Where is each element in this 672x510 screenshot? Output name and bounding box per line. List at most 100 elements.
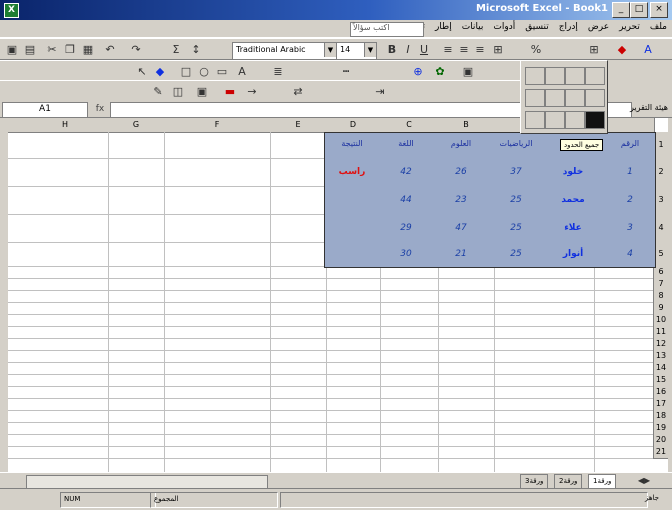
border-thick-bottom-icon[interactable] — [545, 89, 565, 107]
menu-tools[interactable]: أدوات — [488, 20, 520, 34]
arrow-style-icon[interactable]: → — [244, 84, 260, 100]
table-header-result[interactable]: النتيجة — [327, 139, 377, 148]
col-header-b[interactable]: B — [438, 118, 495, 133]
menu-format[interactable]: تنسيق — [520, 20, 553, 34]
table-cell[interactable]: 3 — [607, 223, 653, 233]
save-icon[interactable]: ▣ — [4, 42, 20, 58]
tab-scroll-icon[interactable]: ◀▶ — [636, 473, 652, 489]
table-cell[interactable]: 42 — [381, 167, 431, 177]
border-outside-icon[interactable] — [565, 111, 585, 129]
chevron-down-icon[interactable]: ▼ — [324, 43, 336, 57]
font-name-select[interactable]: Traditional Arabic ▼ — [232, 42, 337, 60]
redo-icon[interactable]: ↷ — [128, 42, 144, 58]
textbox-icon[interactable]: ▭ — [214, 64, 230, 80]
minimize-button[interactable]: _ — [612, 2, 630, 18]
text-direction-icon[interactable]: ⇄ — [290, 84, 306, 100]
col-header-e[interactable]: E — [270, 118, 327, 133]
border-all-icon[interactable] — [525, 111, 545, 129]
align-center-icon[interactable]: ≡ — [456, 42, 472, 58]
spreadsheet-grid[interactable]: H G F E D C B A 1 2 3 4 5 6 7 8 9 10 11 … — [8, 118, 668, 472]
border-double-bottom-icon[interactable] — [525, 89, 545, 107]
sum-icon[interactable]: Σ — [168, 42, 184, 58]
border-thick-box-icon[interactable] — [585, 111, 605, 129]
3d-style-icon[interactable]: ▣ — [194, 84, 210, 100]
dash-style-icon[interactable]: ┅ — [338, 64, 354, 80]
print-preview-icon[interactable]: ▤ — [22, 42, 38, 58]
table-cell[interactable]: 29 — [381, 223, 431, 233]
arrow-icon[interactable]: ↖ — [134, 64, 150, 80]
copy-icon[interactable]: ❐ — [62, 42, 78, 58]
align-left-icon[interactable]: ≡ — [472, 42, 488, 58]
table-header-num[interactable]: الرقم — [607, 139, 653, 148]
table-cell[interactable]: 26 — [435, 167, 487, 177]
sort-icon[interactable]: ↕ — [188, 42, 204, 58]
maximize-button[interactable]: □ — [630, 2, 648, 18]
menu-edit[interactable]: تحرير — [614, 20, 645, 34]
row-header[interactable]: 21 — [653, 446, 668, 459]
table-cell[interactable]: 21 — [435, 249, 487, 259]
table-cell[interactable]: 25 — [491, 249, 541, 259]
col-header-g[interactable]: G — [108, 118, 165, 133]
table-header-language[interactable]: اللغة — [381, 139, 431, 148]
wordart-icon[interactable]: A — [234, 64, 250, 80]
sheet-tab[interactable]: ورقة3 — [520, 474, 549, 489]
name-box[interactable]: A1 — [2, 102, 88, 118]
table-cell[interactable]: 25 — [491, 195, 541, 205]
undo-icon[interactable]: ↶ — [102, 42, 118, 58]
table-header-science[interactable]: العلوم — [435, 139, 487, 148]
sheet-tab-active[interactable]: ورقة1 — [588, 474, 617, 489]
table-cell[interactable]: 30 — [381, 249, 431, 259]
merge-center-icon[interactable]: ⊞ — [490, 42, 506, 58]
line-color-icon[interactable]: ▬ — [222, 84, 238, 100]
border-left-icon[interactable] — [565, 67, 585, 85]
table-cell[interactable]: أنوار — [545, 249, 601, 259]
draw-shapes-icon[interactable]: ✎ — [150, 84, 166, 100]
table-cell[interactable]: 25 — [491, 223, 541, 233]
col-header-c[interactable]: C — [380, 118, 439, 133]
table-cell[interactable]: 4 — [607, 249, 653, 259]
sheet-tab[interactable]: ورقة2 — [554, 474, 583, 489]
table-cell[interactable]: خلود — [545, 167, 601, 177]
table-cell[interactable]: علاء — [545, 223, 601, 233]
align-right-icon[interactable]: ≡ — [440, 42, 456, 58]
table-cell[interactable]: راسب — [327, 167, 377, 177]
border-right-icon[interactable] — [585, 67, 605, 85]
fill-color-icon[interactable]: ◆ — [614, 42, 630, 58]
select-all-corner[interactable] — [8, 118, 23, 133]
underline-icon[interactable]: U — [416, 42, 432, 58]
col-header-f[interactable]: F — [164, 118, 271, 133]
table-header-math[interactable]: الرياضيات — [491, 139, 541, 148]
border-top-thick-icon[interactable] — [585, 89, 605, 107]
picture-icon[interactable]: ▣ — [460, 64, 476, 80]
border-inside-icon[interactable] — [545, 111, 565, 129]
table-cell[interactable]: 23 — [435, 195, 487, 205]
shadow-icon[interactable]: ◫ — [170, 84, 186, 100]
border-top-bottom-icon[interactable] — [565, 89, 585, 107]
paste-icon[interactable]: ▦ — [80, 42, 96, 58]
excel-app-icon[interactable]: X — [4, 3, 19, 18]
line-style-icon[interactable]: ≣ — [270, 64, 286, 80]
table-cell[interactable]: 47 — [435, 223, 487, 233]
help-question-box[interactable]: اكتب سؤالاً — [350, 22, 424, 37]
percent-icon[interactable]: % — [528, 42, 544, 58]
cut-icon[interactable]: ✂ — [44, 42, 60, 58]
italic-icon[interactable]: I — [400, 42, 416, 58]
table-cell[interactable]: 1 — [607, 167, 653, 177]
fill-bucket-icon[interactable]: ◆ — [152, 64, 168, 80]
menu-view[interactable]: عرض — [583, 20, 614, 34]
border-bottom-icon[interactable] — [545, 67, 565, 85]
close-button[interactable]: × — [650, 2, 668, 18]
bold-icon[interactable]: B — [384, 42, 400, 58]
col-header-d[interactable]: D — [326, 118, 381, 133]
menu-window[interactable]: إطار — [430, 20, 457, 34]
table-cell[interactable]: محمد — [545, 195, 601, 205]
table-cell[interactable]: 37 — [491, 167, 541, 177]
clipart-icon[interactable]: ✿ — [432, 64, 448, 80]
diagram-icon[interactable]: ⊕ — [410, 64, 426, 80]
chevron-down-icon[interactable]: ▼ — [364, 43, 376, 57]
oval-icon[interactable]: ○ — [196, 64, 212, 80]
table-cell[interactable]: 2 — [607, 195, 653, 205]
col-header-h[interactable]: H — [22, 118, 109, 133]
horizontal-scrollbar[interactable] — [26, 475, 268, 489]
rectangle-icon[interactable]: □ — [178, 64, 194, 80]
